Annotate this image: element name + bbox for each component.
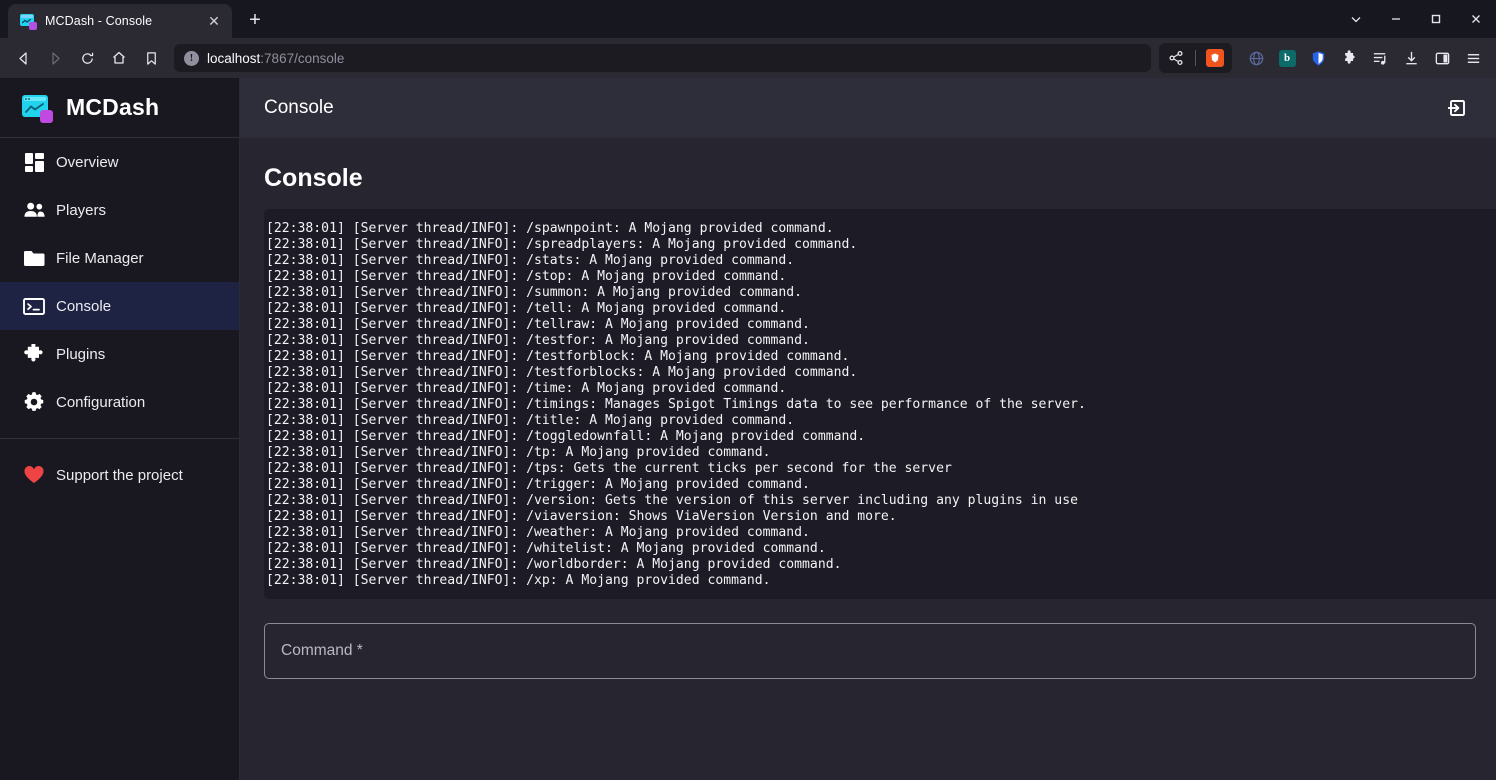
browser-navigation-bar: ! localhost:7867/console b xyxy=(0,38,1496,78)
console-log-line: [22:38:01] [Server thread/INFO]: /stats:… xyxy=(266,253,795,268)
hamburger-menu-icon[interactable] xyxy=(1458,43,1488,73)
url-path: :7867/console xyxy=(260,50,345,66)
console-log-line: [22:38:01] [Server thread/INFO]: /worldb… xyxy=(266,557,842,572)
sidebar-item-label: Players xyxy=(56,201,107,219)
console-log-line: [22:38:01] [Server thread/INFO]: /spread… xyxy=(266,237,858,252)
console-log-line: [22:38:01] [Server thread/INFO]: /title:… xyxy=(266,413,795,428)
sidebar-item-overview[interactable]: Overview xyxy=(0,138,239,186)
sidebar-item-file-manager[interactable]: File Manager xyxy=(0,234,239,282)
sidebar-item-label: Configuration xyxy=(56,393,146,411)
back-arrow-icon[interactable] xyxy=(8,43,38,73)
top-bar: Console xyxy=(240,78,1496,138)
minimize-icon[interactable] xyxy=(1376,0,1416,38)
share-icon[interactable] xyxy=(1161,43,1191,73)
info-circle-icon[interactable]: ! xyxy=(184,50,199,66)
page-breadcrumb-title: Console xyxy=(264,97,334,118)
console-output[interactable]: [22:38:01] [Server thread/INFO]: /spawnp… xyxy=(264,209,1496,599)
sidebar-nav: Overview Players File Manager Console Pl… xyxy=(0,138,239,499)
address-bar[interactable]: ! localhost:7867/console xyxy=(174,44,1151,72)
sidebar-item-label: Plugins xyxy=(56,345,106,363)
browser-toolbar-icons: b xyxy=(1159,43,1488,73)
dashboard-grid-icon xyxy=(12,152,56,173)
logout-icon[interactable] xyxy=(1440,91,1474,125)
tab-close-icon[interactable]: ✕ xyxy=(204,11,224,31)
shield-icon[interactable] xyxy=(1303,43,1333,73)
console-log-line: [22:38:01] [Server thread/INFO]: /tellra… xyxy=(266,317,810,332)
command-form: Command * xyxy=(240,599,1496,679)
console-log-line: [22:38:01] [Server thread/INFO]: /tp: A … xyxy=(266,445,771,460)
window-controls xyxy=(1336,0,1496,38)
console-log-line: [22:38:01] [Server thread/INFO]: /time: … xyxy=(266,381,787,396)
sidebar-item-console[interactable]: Console xyxy=(0,282,239,330)
brand: MCDash xyxy=(0,78,239,138)
vpn-globe-icon[interactable] xyxy=(1241,43,1271,73)
console-log-line: [22:38:01] [Server thread/INFO]: /testfo… xyxy=(266,333,810,348)
page-title: Console xyxy=(264,164,363,192)
maximize-icon[interactable] xyxy=(1416,0,1456,38)
command-input[interactable]: Command * xyxy=(264,623,1476,679)
sidebar-item-support[interactable]: Support the project xyxy=(0,451,239,499)
tab-strip: MCDash - Console ✕ + xyxy=(0,0,1496,38)
main-area: Console Console [22:38:01] [Server threa… xyxy=(240,78,1496,780)
sidebar-item-label: Console xyxy=(56,297,112,315)
sidebar-panel-icon[interactable] xyxy=(1427,43,1457,73)
terminal-icon xyxy=(12,297,56,316)
sidebar-item-players[interactable]: Players xyxy=(0,186,239,234)
bookmark-icon[interactable] xyxy=(136,43,166,73)
puzzle-icon xyxy=(12,343,56,365)
brave-lion-icon[interactable] xyxy=(1200,43,1230,73)
home-icon[interactable] xyxy=(104,43,134,73)
tab-title: MCDash - Console xyxy=(45,14,153,28)
brand-name: MCDash xyxy=(66,94,160,120)
console-log-line: [22:38:01] [Server thread/INFO]: /whitel… xyxy=(266,541,826,556)
sidebar-divider xyxy=(0,438,239,439)
sidebar-item-label: File Manager xyxy=(56,249,144,267)
console-log-line: [22:38:01] [Server thread/INFO]: /tps: G… xyxy=(266,461,952,476)
console-log-line: [22:38:01] [Server thread/INFO]: /timing… xyxy=(266,397,1086,412)
console-log-line: [22:38:01] [Server thread/INFO]: /viaver… xyxy=(266,509,897,524)
forward-arrow-icon[interactable] xyxy=(40,43,70,73)
console-log-line: [22:38:01] [Server thread/INFO]: /versio… xyxy=(266,493,1078,508)
console-log-line: [22:38:01] [Server thread/INFO]: /xp: A … xyxy=(266,573,771,588)
new-tab-button[interactable]: + xyxy=(240,5,270,35)
playlist-icon[interactable] xyxy=(1365,43,1395,73)
console-log-line: [22:38:01] [Server thread/INFO]: /summon… xyxy=(266,285,803,300)
sidebar-item-label: Overview xyxy=(56,153,119,171)
extensions-puzzle-icon[interactable] xyxy=(1334,43,1364,73)
mcdash-logo-icon xyxy=(22,94,53,123)
sidebar-item-configuration[interactable]: Configuration xyxy=(0,378,239,426)
window-close-icon[interactable] xyxy=(1456,0,1496,38)
command-input-placeholder: Command * xyxy=(281,642,363,659)
sidebar: MCDash Overview Players File Manager Con… xyxy=(0,78,240,780)
heart-icon xyxy=(12,465,56,485)
browser-window: MCDash - Console ✕ + ! localhost:7867/co… xyxy=(0,0,1496,780)
url-text: localhost:7867/console xyxy=(207,51,344,66)
console-log-line: [22:38:01] [Server thread/INFO]: /testfo… xyxy=(266,349,850,364)
console-log-line: [22:38:01] [Server thread/INFO]: /trigge… xyxy=(266,477,810,492)
reload-icon[interactable] xyxy=(72,43,102,73)
mcdash-favicon-icon xyxy=(20,13,37,30)
console-log-line: [22:38:01] [Server thread/INFO]: /stop: … xyxy=(266,269,787,284)
share-group xyxy=(1159,43,1232,73)
folder-icon xyxy=(12,249,56,268)
tab-search-chevron-down-icon[interactable] xyxy=(1336,0,1376,38)
console-log-line: [22:38:01] [Server thread/INFO]: /toggle… xyxy=(266,429,866,444)
sidebar-item-plugins[interactable]: Plugins xyxy=(0,330,239,378)
people-icon xyxy=(12,200,56,221)
toolbar-divider xyxy=(1195,50,1196,66)
console-log-line: [22:38:01] [Server thread/INFO]: /weathe… xyxy=(266,525,810,540)
console-log-line: [22:38:01] [Server thread/INFO]: /testfo… xyxy=(266,365,858,380)
url-host: localhost xyxy=(207,50,261,66)
bitwarden-icon[interactable]: b xyxy=(1272,43,1302,73)
browser-tab[interactable]: MCDash - Console ✕ xyxy=(8,4,232,38)
console-log-line: [22:38:01] [Server thread/INFO]: /tell: … xyxy=(266,301,787,316)
gear-icon xyxy=(12,391,56,413)
mcdash-app: MCDash Overview Players File Manager Con… xyxy=(0,78,1496,780)
console-log-line: [22:38:01] [Server thread/INFO]: /spawnp… xyxy=(266,221,834,236)
sidebar-item-label: Support the project xyxy=(56,466,183,484)
console-page: Console [22:38:01] [Server thread/INFO]:… xyxy=(240,138,1496,780)
download-icon[interactable] xyxy=(1396,43,1426,73)
